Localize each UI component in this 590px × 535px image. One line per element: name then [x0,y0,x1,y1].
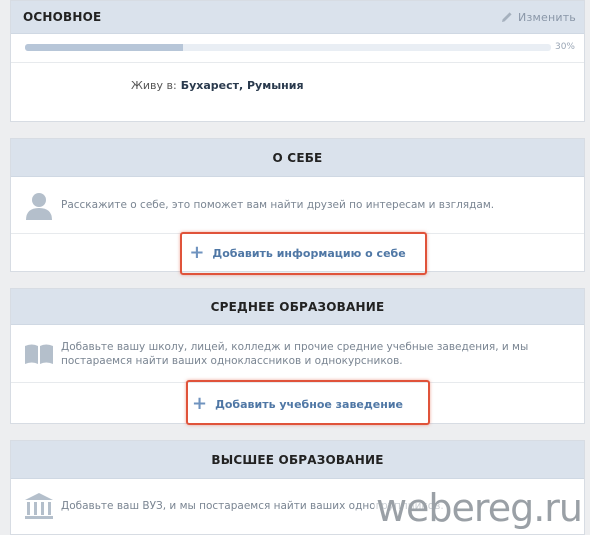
book-icon [21,343,57,365]
school-header: СРЕДНЕЕ ОБРАЗОВАНИЕ [11,289,584,325]
person-icon [21,190,57,220]
progress-track [25,44,551,51]
school-info-row: Добавьте вашу школу, лицей, колледж и пр… [11,325,584,382]
about-header: О СЕБЕ [11,139,584,177]
about-text: Расскажите о себе, это поможет вам найти… [61,199,495,211]
school-title: СРЕДНЕЕ ОБРАЗОВАНИЕ [210,299,385,314]
live-in-row: Живу в: Бухарест, Румыния [11,63,584,108]
live-in-value[interactable]: Бухарест, Румыния [181,79,304,92]
about-title: О СЕБЕ [272,150,323,165]
about-info-row: Расскажите о себе, это поможет вам найти… [11,177,584,233]
school-text-line1: Добавьте вашу школу, лицей, колледж и пр… [61,340,529,353]
progress-percent: 30% [554,42,575,52]
live-in-label: Живу в: [131,79,177,92]
main-info-title: ОСНОВНОЕ [23,10,102,24]
highlight-box-about [180,232,427,275]
pencil-icon [502,12,512,22]
university-header: ВЫСШЕЕ ОБРАЗОВАНИЕ [11,441,584,479]
school-text: Добавьте вашу школу, лицей, колледж и пр… [61,340,528,368]
main-info-header: ОСНОВНОЕ Изменить [11,1,584,34]
progress-fill [25,44,183,51]
profile-progress: 30% [11,34,584,62]
watermark: webereg.ru [373,486,584,530]
school-text-line2: постараемся найти ваших одноклассников и… [61,354,403,367]
edit-label: Изменить [518,10,576,24]
university-icon [21,492,57,520]
university-title: ВЫСШЕЕ ОБРАЗОВАНИЕ [211,452,384,467]
highlight-box-school [186,380,430,425]
edit-button[interactable]: Изменить [501,11,576,24]
main-info-card: ОСНОВНОЕ Изменить 30% Живу в: Бухарест, … [10,0,585,122]
